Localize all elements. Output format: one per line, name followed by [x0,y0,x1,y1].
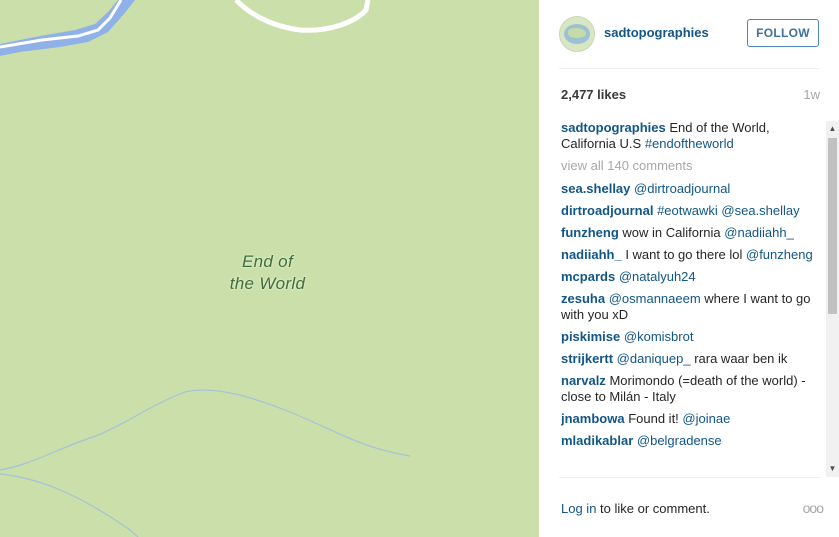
comment-row: mladikablar @belgradense [561,433,823,449]
scroll-up-arrow-icon[interactable]: ▲ [826,121,839,137]
stream-path-2 [0,473,139,537]
login-link[interactable]: Log in [561,501,596,516]
comment-row: piskimise @komisbrot [561,329,823,345]
comments-scrollbar[interactable]: ▲ ▼ [826,121,839,477]
post-header: sadtopographies FOLLOW [559,14,819,69]
comment-text: Found it! [628,411,683,426]
more-options-icon[interactable]: ooo [803,500,824,516]
comment-rows: sea.shellay @dirtroadjournal dirtroadjour… [561,181,823,449]
scrollbar-thumb[interactable] [828,138,837,314]
comment-username-link[interactable]: dirtroadjournal [561,203,653,218]
comment-username-link[interactable]: strijkertt [561,351,613,366]
login-prompt: Log in to like or comment. [561,501,710,516]
caption-hashtag-link[interactable]: #endoftheworld [645,136,734,151]
comment-mention-link[interactable]: @funzheng [746,247,813,262]
comment-mention-link[interactable]: @sea.shellay [721,203,799,218]
post-panel: sadtopographies FOLLOW 2,477 likes 1w sa… [539,0,839,537]
comments-list: sadtopographies End of the World, Califo… [561,120,823,475]
caption-username-link[interactable]: sadtopographies [561,120,666,135]
avatar-land-shape [568,28,586,38]
comment-row: nadiiahh_ I want to go there lol @funzhe… [561,247,823,263]
comment-username-link[interactable]: jnambowa [561,411,625,426]
comment-row: dirtroadjournal #eotwawki @sea.shellay [561,203,823,219]
comment-username-link[interactable]: zesuha [561,291,605,306]
comment-mention-link[interactable]: @dirtroadjournal [634,181,730,196]
comment-row: funzheng wow in California @nadiiahh_ [561,225,823,241]
likes-count[interactable]: 2,477 likes [561,87,626,102]
comment-row: narvalz Morimondo (=death of the world) … [561,373,823,405]
stream-path [0,389,411,471]
comment-mention-link[interactable]: @belgradense [637,433,722,448]
comment-username-link[interactable]: mcpards [561,269,615,284]
map-image: End of the World [0,0,539,537]
post-footer: Log in to like or comment. ooo [559,477,824,537]
comment-text: I want to go there lol [625,247,746,262]
map-label-line2: the World [229,274,306,293]
login-prompt-text: to like or comment. [596,501,710,516]
comment-mention-link[interactable]: @natalyuh24 [619,269,696,284]
view-all-comments-link[interactable]: view all 140 comments [561,158,823,174]
comment-text: rara waar ben ik [690,351,788,366]
scroll-down-arrow-icon[interactable]: ▼ [826,461,839,477]
comment-username-link[interactable]: piskimise [561,329,620,344]
comment-username-link[interactable]: mladikablar [561,433,633,448]
caption: sadtopographies End of the World, Califo… [561,120,823,152]
post-username-link[interactable]: sadtopographies [604,25,709,40]
comment-row: zesuha @osmannaeem where I want to go wi… [561,291,823,323]
post-age[interactable]: 1w [803,87,820,102]
comment-row: mcpards @natalyuh24 [561,269,823,285]
comment-row: strijkertt @daniquep_ rara waar ben ik [561,351,823,367]
comment-username-link[interactable]: narvalz [561,373,606,388]
comment-mention-link[interactable]: @joinae [682,411,730,426]
comment-mention-link[interactable]: @osmannaeem [609,291,701,306]
map-place-label: End of the World [215,251,320,295]
comment-mention-link[interactable]: @komisbrot [624,329,694,344]
comment-mention-link[interactable]: #eotwawki [657,203,718,218]
comment-row: sea.shellay @dirtroadjournal [561,181,823,197]
road-path-top [234,0,371,33]
map-label-line1: End of [242,252,293,271]
comment-text: wow in California [622,225,725,240]
comment-username-link[interactable]: funzheng [561,225,619,240]
follow-button[interactable]: FOLLOW [747,19,819,47]
comment-mention-link[interactable]: @daniquep_ [617,351,691,366]
avatar[interactable] [559,16,595,52]
comment-row: jnambowa Found it! @joinae [561,411,823,427]
comment-username-link[interactable]: sea.shellay [561,181,630,196]
comment-mention-link[interactable]: @nadiiahh_ [724,225,794,240]
comment-username-link[interactable]: nadiiahh_ [561,247,622,262]
